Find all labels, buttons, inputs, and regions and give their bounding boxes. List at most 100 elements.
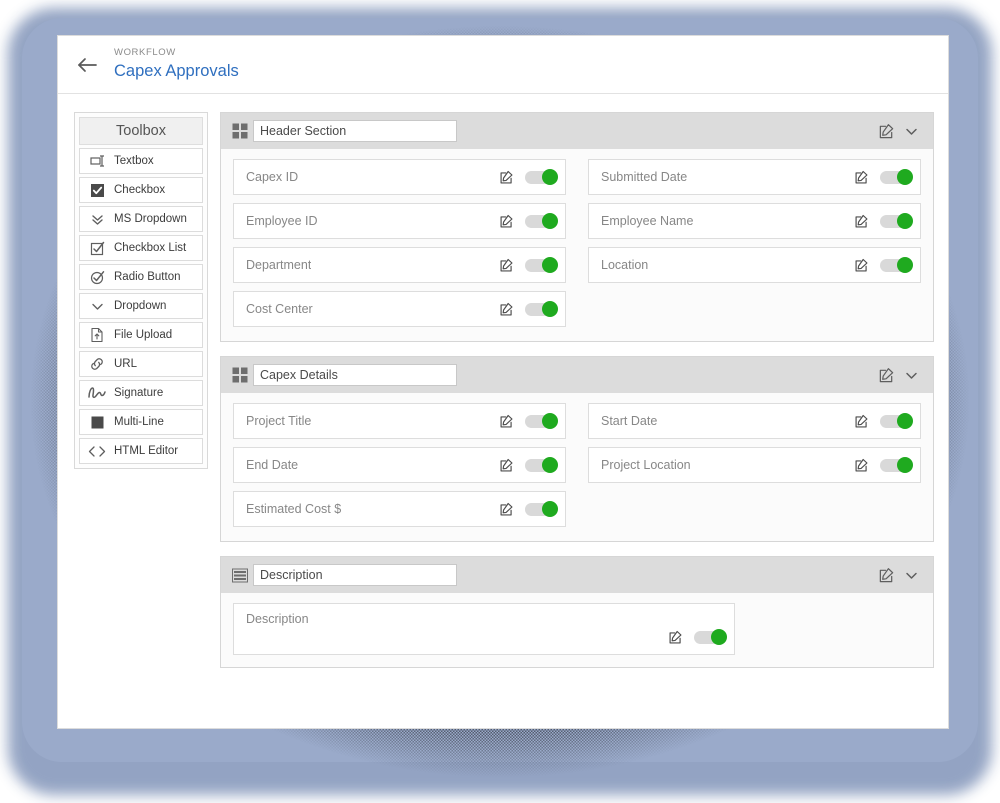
textarea-controls bbox=[664, 626, 728, 648]
form-field[interactable]: Capex ID bbox=[233, 159, 566, 195]
field-label: Start Date bbox=[601, 414, 658, 428]
tool-item-dropdown[interactable]: Dropdown bbox=[79, 293, 203, 319]
file-upload-icon bbox=[80, 327, 114, 343]
field-enabled-toggle[interactable] bbox=[880, 456, 913, 473]
section-title-input[interactable] bbox=[253, 564, 457, 586]
form-field[interactable]: Submitted Date bbox=[588, 159, 921, 195]
tool-item-signature[interactable]: Signature bbox=[79, 380, 203, 406]
checkbox-checked-icon bbox=[80, 183, 114, 198]
field-enabled-toggle[interactable] bbox=[525, 456, 558, 473]
edit-pencil-square-icon[interactable] bbox=[850, 454, 872, 476]
field-label: Cost Center bbox=[246, 302, 313, 316]
edit-pencil-square-icon[interactable] bbox=[495, 254, 517, 276]
edit-pencil-square-icon[interactable] bbox=[873, 563, 899, 587]
back-arrow-icon[interactable] bbox=[72, 50, 102, 80]
field-label: Location bbox=[601, 258, 649, 272]
chevron-down-icon[interactable] bbox=[899, 363, 923, 387]
tool-item-checkbox-list[interactable]: Checkbox List bbox=[79, 235, 203, 261]
chevron-down-icon[interactable] bbox=[899, 563, 923, 587]
chevron-down-icon[interactable] bbox=[899, 119, 923, 143]
field-enabled-toggle[interactable] bbox=[880, 168, 913, 185]
tool-label: Radio Button bbox=[114, 271, 181, 283]
form-field[interactable]: Department bbox=[233, 247, 566, 283]
field-enabled-toggle[interactable] bbox=[525, 300, 558, 317]
section-body: Description bbox=[221, 593, 933, 667]
field-enabled-toggle[interactable] bbox=[525, 256, 558, 273]
field-label: End Date bbox=[246, 458, 299, 472]
edit-pencil-square-icon[interactable] bbox=[495, 454, 517, 476]
radio-button-icon bbox=[80, 270, 114, 285]
tool-item-textbox[interactable]: Textbox bbox=[79, 148, 203, 174]
field-row: Project Title Start Date bbox=[233, 403, 921, 439]
form-field[interactable]: Project Title bbox=[233, 403, 566, 439]
tool-label: URL bbox=[114, 358, 138, 370]
field-enabled-toggle[interactable] bbox=[880, 212, 913, 229]
page-title: Capex Approvals bbox=[114, 62, 239, 80]
tool-item-ms-dropdown[interactable]: MS Dropdown bbox=[79, 206, 203, 232]
tool-item-multi-line[interactable]: Multi-Line bbox=[79, 409, 203, 435]
field-row: Cost Center bbox=[233, 291, 921, 327]
tool-item-url[interactable]: URL bbox=[79, 351, 203, 377]
chevron-down-icon bbox=[80, 301, 114, 312]
field-row: Estimated Cost $ bbox=[233, 491, 921, 527]
edit-pencil-square-icon[interactable] bbox=[495, 210, 517, 232]
field-enabled-toggle[interactable] bbox=[694, 628, 728, 645]
breadcrumb-eyebrow: WORKFLOW bbox=[114, 47, 176, 58]
form-field[interactable]: Employee Name bbox=[588, 203, 921, 239]
field-enabled-toggle[interactable] bbox=[880, 412, 913, 429]
field-label: Estimated Cost $ bbox=[246, 502, 342, 516]
edit-pencil-square-icon[interactable] bbox=[495, 498, 517, 520]
form-field[interactable]: End Date bbox=[233, 447, 566, 483]
section-header bbox=[221, 113, 933, 149]
edit-pencil-square-icon[interactable] bbox=[850, 254, 872, 276]
description-textarea-field[interactable]: Description bbox=[233, 603, 736, 655]
edit-pencil-square-icon[interactable] bbox=[850, 410, 872, 432]
form-field[interactable]: Employee ID bbox=[233, 203, 566, 239]
edit-pencil-square-icon[interactable] bbox=[850, 210, 872, 232]
edit-pencil-square-icon[interactable] bbox=[664, 626, 686, 648]
section-body: Capex ID Submitted Date Employee ID Empl… bbox=[221, 149, 933, 341]
tool-label: File Upload bbox=[114, 329, 173, 341]
toolbox-title: Toolbox bbox=[79, 117, 203, 145]
multiline-square-icon bbox=[80, 415, 114, 430]
field-row: End Date Project Location bbox=[233, 447, 921, 483]
tool-item-checkbox[interactable]: Checkbox bbox=[79, 177, 203, 203]
field-enabled-toggle[interactable] bbox=[525, 500, 558, 517]
form-field[interactable]: Estimated Cost $ bbox=[233, 491, 566, 527]
edit-pencil-square-icon[interactable] bbox=[495, 298, 517, 320]
code-brackets-icon bbox=[80, 445, 114, 458]
section-title-input[interactable] bbox=[253, 364, 457, 386]
app-window: WORKFLOW Capex Approvals Toolbox Textbox bbox=[57, 35, 949, 729]
field-row: Department Location bbox=[233, 247, 921, 283]
grid-2x2-drag-icon[interactable] bbox=[229, 367, 251, 383]
tool-item-html-editor[interactable]: HTML Editor bbox=[79, 438, 203, 464]
form-section: Capex ID Submitted Date bbox=[220, 112, 934, 342]
form-field[interactable]: Start Date bbox=[588, 403, 921, 439]
field-enabled-toggle[interactable] bbox=[525, 412, 558, 429]
form-field[interactable]: Location bbox=[588, 247, 921, 283]
field-enabled-toggle[interactable] bbox=[880, 256, 913, 273]
edit-pencil-square-icon[interactable] bbox=[495, 410, 517, 432]
tool-item-radio-button[interactable]: Radio Button bbox=[79, 264, 203, 290]
builder-body: Toolbox Textbox Checkbox MS Dropdown Che… bbox=[58, 94, 948, 727]
edit-pencil-square-icon[interactable] bbox=[873, 119, 899, 143]
textarea-lines-drag-icon[interactable] bbox=[229, 568, 251, 583]
tool-item-file-upload[interactable]: File Upload bbox=[79, 322, 203, 348]
form-field[interactable]: Cost Center bbox=[233, 291, 566, 327]
double-chevron-down-icon bbox=[80, 212, 114, 226]
edit-pencil-square-icon[interactable] bbox=[495, 166, 517, 188]
field-label: Description bbox=[246, 612, 309, 626]
field-label: Submitted Date bbox=[601, 170, 688, 184]
field-label: Department bbox=[246, 258, 312, 272]
edit-pencil-square-icon[interactable] bbox=[873, 363, 899, 387]
grid-2x2-drag-icon[interactable] bbox=[229, 123, 251, 139]
field-enabled-toggle[interactable] bbox=[525, 212, 558, 229]
form-field[interactable]: Project Location bbox=[588, 447, 921, 483]
edit-pencil-square-icon[interactable] bbox=[850, 166, 872, 188]
field-enabled-toggle[interactable] bbox=[525, 168, 558, 185]
section-title-input[interactable] bbox=[253, 120, 457, 142]
tool-label: HTML Editor bbox=[114, 445, 179, 457]
field-label: Capex ID bbox=[246, 170, 299, 184]
form-canvas: Capex ID Submitted Date bbox=[220, 112, 934, 682]
section-header bbox=[221, 557, 933, 593]
